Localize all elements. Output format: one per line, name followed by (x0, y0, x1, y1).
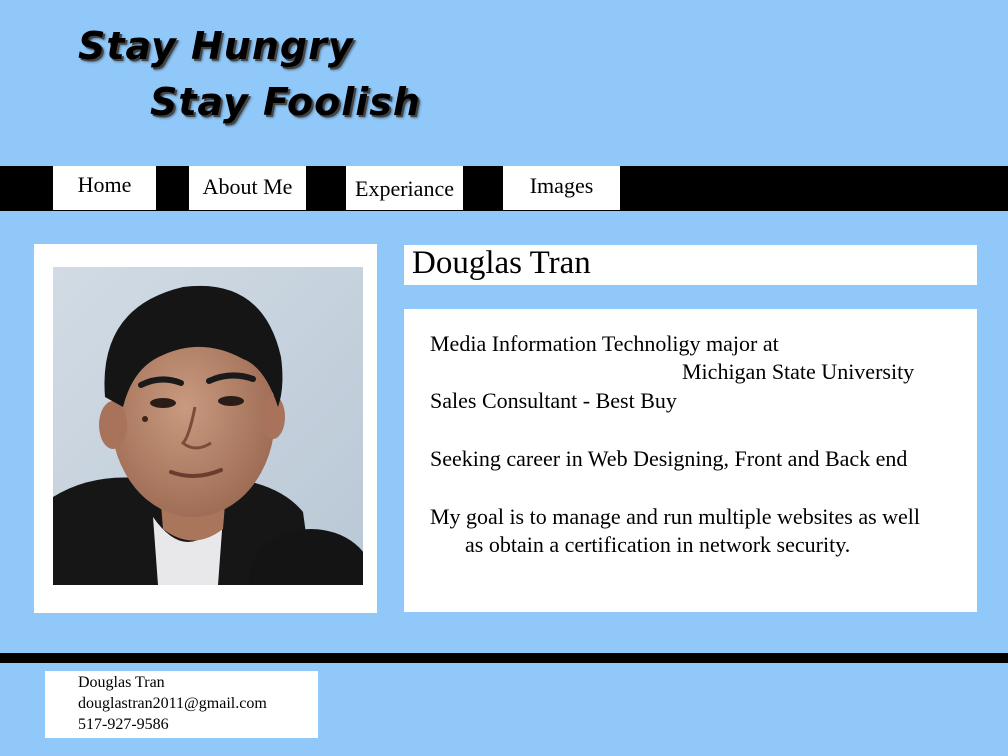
profile-name: Douglas Tran (412, 245, 591, 281)
nav-images-link[interactable]: Images (503, 166, 620, 210)
bio-line: Media Information Technoligy major at (430, 331, 779, 356)
bio-line: as obtain a certification in network sec… (465, 532, 851, 557)
logo-line-2: Stay Foolish (150, 80, 421, 124)
nav-experience-link[interactable]: Experiance (346, 166, 463, 210)
profile-photo-illustration (53, 267, 363, 585)
profile-photo (53, 267, 363, 585)
nav-about-me-link[interactable]: About Me (189, 166, 306, 210)
bio-line: Seeking career in Web Designing, Front a… (430, 446, 908, 471)
logo-line-1: Stay Hungry (78, 24, 354, 68)
contact-name: Douglas Tran (78, 674, 165, 691)
bio-line: Sales Consultant - Best Buy (430, 388, 677, 413)
contact-phone: 517-927-9586 (78, 716, 169, 733)
nav-home-link[interactable]: Home (53, 166, 156, 210)
bio-panel: Media Information Technoligy major at Mi… (404, 309, 977, 612)
profile-photo-frame (34, 244, 377, 613)
name-panel: Douglas Tran (404, 245, 977, 285)
contact-email[interactable]: douglastran2011@gmail.com (78, 695, 267, 713)
nav-bar: Home About Me Experiance Images (0, 166, 1008, 211)
footer-divider (0, 653, 1008, 663)
bio-line: My goal is to manage and run multiple we… (430, 504, 921, 529)
contact-panel: Douglas Tran douglastran2011@gmail.com 5… (45, 671, 318, 738)
bio-line: Michigan State University (682, 359, 915, 384)
